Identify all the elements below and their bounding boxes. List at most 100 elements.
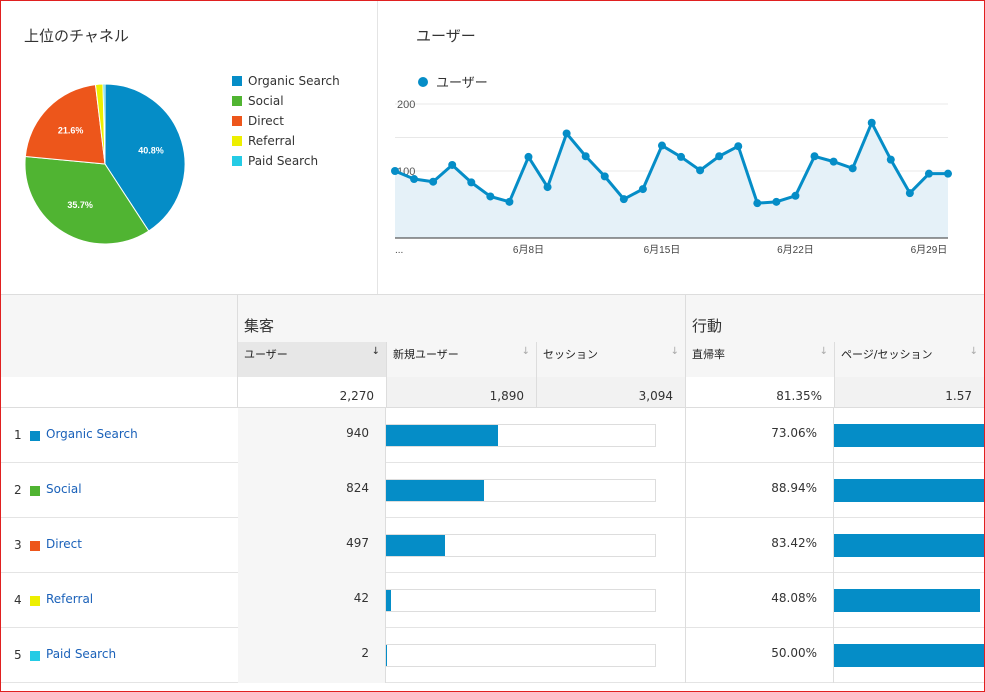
x-tick-label: 6月15日: [644, 244, 681, 256]
legend-swatch: [232, 156, 242, 166]
total-pages-per-session: 1.57: [835, 377, 984, 408]
data-point[interactable]: [734, 142, 743, 151]
data-point[interactable]: [467, 178, 476, 187]
row-color-swatch: [30, 651, 40, 661]
legend-label: Paid Search: [248, 154, 319, 168]
data-point[interactable]: [944, 169, 952, 178]
sort-desc-icon: ↓: [371, 346, 380, 357]
col-head-new-users[interactable]: 新規ユーザー ↓: [387, 342, 537, 377]
cell-bounce-rate: 48.08%: [686, 573, 834, 628]
data-point[interactable]: [715, 152, 724, 161]
legend-label: Referral: [248, 134, 296, 148]
data-point[interactable]: [677, 152, 686, 161]
col-head-pages-per-session[interactable]: ページ/セッション ↓: [835, 342, 984, 377]
row-rank: 3: [14, 538, 22, 552]
legend-label: Social: [248, 94, 284, 108]
new-users-bar-track: [385, 589, 656, 612]
new-users-bar: [386, 425, 498, 446]
pie-data-label: 40.8%: [138, 145, 164, 155]
col-head-bounce-rate[interactable]: 直帰率 ↓: [686, 342, 835, 377]
data-point[interactable]: [524, 152, 533, 161]
legend-item[interactable]: Referral: [232, 131, 340, 151]
col-head-users[interactable]: ユーザー ↓: [238, 342, 387, 377]
cell-bounce-rate: 88.94%: [686, 463, 834, 518]
data-point[interactable]: [924, 169, 933, 178]
row-color-swatch: [30, 596, 40, 606]
total-bounce-rate: 81.35%: [686, 377, 835, 408]
users-trend-panel: ユーザー ユーザー 100 200... 6月8日 6月15日 6月22日 6月29日: [377, 1, 978, 294]
cell-bounce-rate: 50.00%: [686, 628, 834, 683]
cell-bounce-rate: 73.06%: [686, 408, 834, 463]
new-users-bar-track: [385, 534, 656, 557]
x-tick-label: ...: [395, 245, 403, 256]
col-head-new-users-label: 新規ユーザー: [393, 348, 459, 361]
sort-icon: ↓: [969, 346, 978, 357]
sort-icon: ↓: [819, 346, 828, 357]
data-point[interactable]: [867, 118, 876, 127]
pie-data-label: 35.7%: [67, 200, 93, 210]
table-row: 4 Referral 42 48.08%: [1, 573, 984, 628]
group-header-blank: [1, 295, 238, 342]
channels-table: 集客 行動 ユーザー ↓ 新規ユーザー ↓ セッション ↓ 直帰率 ↓ ページ/…: [1, 294, 984, 691]
row-rank: 5: [14, 648, 22, 662]
row-color-swatch: [30, 541, 40, 551]
data-point[interactable]: [391, 167, 399, 175]
data-point[interactable]: [486, 192, 495, 201]
data-point[interactable]: [753, 199, 762, 208]
cell-users: 2: [238, 628, 386, 683]
pages-per-session-bar: [834, 644, 984, 667]
pie-slice-direct[interactable]: [24, 84, 106, 165]
total-new-users: 1,890: [387, 377, 537, 408]
channel-link[interactable]: Organic Search: [46, 427, 138, 441]
sort-icon: ↓: [521, 346, 530, 357]
data-point[interactable]: [696, 166, 705, 175]
row-rank: 2: [14, 483, 22, 497]
col-head-sessions[interactable]: セッション ↓: [537, 342, 686, 377]
data-point[interactable]: [429, 177, 438, 186]
pages-per-session-bar: [834, 479, 984, 502]
y-tick-label: 200: [397, 99, 415, 111]
data-point[interactable]: [886, 155, 895, 164]
new-users-bar-track: [385, 644, 656, 667]
data-point[interactable]: [600, 172, 609, 181]
channel-link[interactable]: Paid Search: [46, 647, 116, 661]
row-rank: 1: [14, 428, 22, 442]
legend-item[interactable]: Social: [232, 91, 340, 111]
data-point[interactable]: [848, 164, 857, 173]
col-head-sessions-label: セッション: [543, 348, 598, 361]
data-point[interactable]: [810, 152, 819, 161]
data-point[interactable]: [543, 183, 552, 192]
data-point[interactable]: [657, 141, 666, 150]
new-users-bar: [386, 590, 392, 611]
total-sessions: 3,094: [537, 377, 686, 408]
data-point[interactable]: [905, 189, 914, 198]
channel-link[interactable]: Direct: [46, 537, 82, 551]
new-users-bar-track: [385, 424, 656, 447]
data-point[interactable]: [562, 129, 571, 138]
x-tick-label: 6月29日: [911, 244, 948, 256]
legend-item[interactable]: Organic Search: [232, 71, 340, 91]
users-line-chart: 100200... 6月8日 6月15日 6月22日 6月29日: [391, 99, 952, 256]
channel-link[interactable]: Referral: [46, 592, 93, 606]
channel-link[interactable]: Social: [46, 482, 82, 496]
top-channels-panel: 上位のチャネル 40.8% 35.7% 21.6% Organic Search So…: [1, 1, 376, 294]
data-point[interactable]: [772, 197, 781, 206]
data-point[interactable]: [505, 197, 514, 206]
legend-swatch: [232, 76, 242, 86]
data-point[interactable]: [448, 160, 457, 169]
col-head-pps-label: ページ/セッション: [841, 348, 933, 361]
table-row: 3 Direct 497 83.42%: [1, 518, 984, 573]
legend-item[interactable]: Direct: [232, 111, 340, 131]
data-point[interactable]: [619, 195, 628, 204]
data-point[interactable]: [791, 191, 800, 200]
pie-legend: Organic Search Social Direct Referral Paid S…: [232, 71, 340, 171]
data-point[interactable]: [410, 175, 419, 184]
data-point[interactable]: [829, 157, 838, 166]
new-users-bar: [386, 480, 484, 501]
col-head-users-label: ユーザー: [244, 348, 288, 361]
data-point[interactable]: [638, 185, 647, 194]
x-tick-label: 6月22日: [777, 244, 814, 256]
new-users-bar-track: [385, 479, 656, 502]
legend-item[interactable]: Paid Search: [232, 151, 340, 171]
data-point[interactable]: [581, 152, 590, 161]
